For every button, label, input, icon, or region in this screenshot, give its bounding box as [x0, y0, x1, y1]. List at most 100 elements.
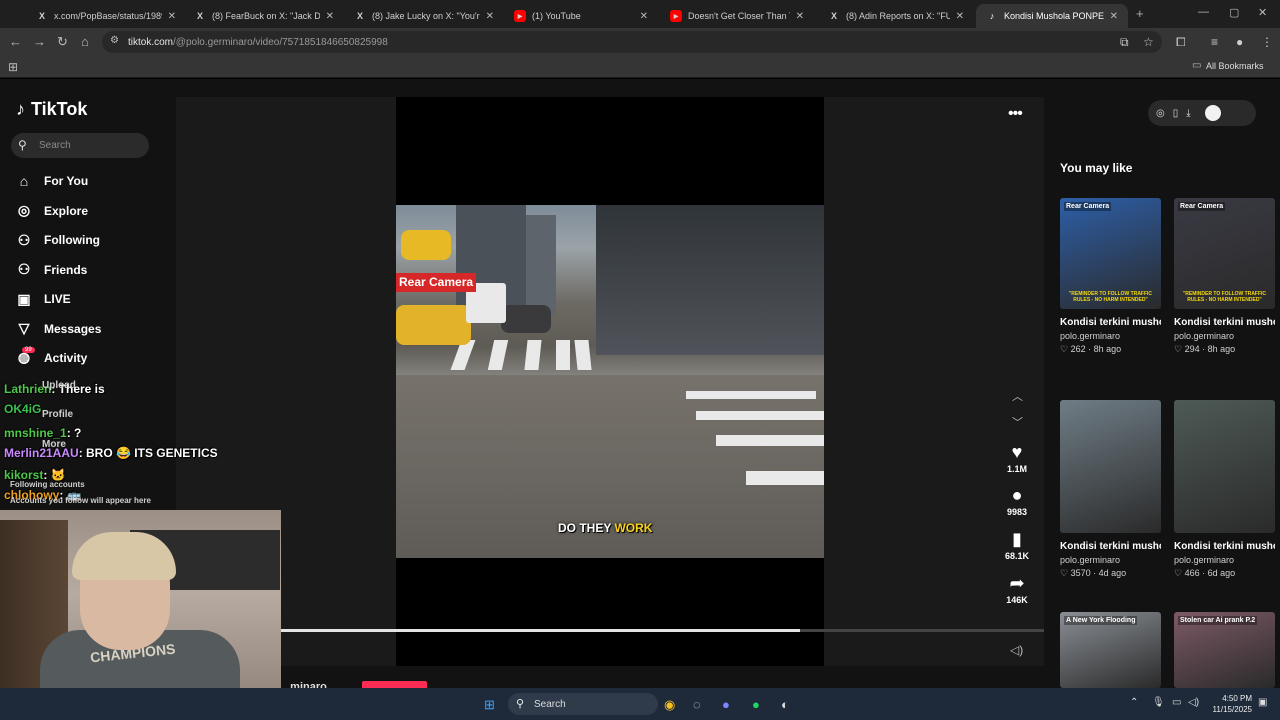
- video-thumbnail[interactable]: Stolen car Ai prank P.2: [1174, 612, 1275, 688]
- network-icon[interactable]: ▭: [1172, 697, 1181, 708]
- browser-tab[interactable]: X (8) Jake Lucky on X: "You're tell ✕: [344, 4, 504, 28]
- volume-icon[interactable]: ◁): [1010, 643, 1023, 657]
- new-tab-button[interactable]: +: [1136, 6, 1144, 21]
- comment-button[interactable]: ● 9983: [1000, 486, 1034, 517]
- minimize-button[interactable]: —: [1198, 6, 1209, 18]
- site-info-icon[interactable]: ⚙: [110, 35, 119, 46]
- separator: ·: [1199, 568, 1208, 578]
- more-options-icon[interactable]: •••: [1008, 105, 1023, 123]
- install-app-icon[interactable]: ⧉: [1120, 35, 1129, 50]
- nav-item-explore[interactable]: ◎ Explore: [16, 202, 88, 219]
- recommended-video-card[interactable]: Kondisi terkini mushola PONPES A...polo.…: [1174, 400, 1275, 579]
- overpass-building: [596, 205, 824, 355]
- chrome-icon[interactable]: ◉: [664, 697, 675, 713]
- tab-close-icon[interactable]: ✕: [486, 11, 494, 22]
- user-avatar[interactable]: [1204, 105, 1221, 121]
- address-bar[interactable]: ⚙ tiktok.com/@polo.germinaro/video/75718…: [102, 31, 1162, 53]
- nav-item-for-you[interactable]: ⌂ For You: [16, 173, 88, 189]
- recommended-video-card[interactable]: Kondisi terkini mushola PONPES A...polo.…: [1060, 400, 1161, 579]
- browser-tab[interactable]: X (8) Adin Reports on X: "FULL: A ✕: [818, 4, 974, 28]
- card-author[interactable]: polo.germinaro: [1174, 555, 1275, 565]
- browser-tab[interactable]: ♪ Kondisi Mushola PONPES AI Ko ✕: [976, 4, 1128, 28]
- tab-close-icon[interactable]: ✕: [326, 11, 334, 22]
- spotify-icon[interactable]: ●: [752, 697, 760, 712]
- recommended-video-card[interactable]: Stolen car Ai prank P.2: [1174, 612, 1275, 688]
- taskbar-search[interactable]: ⚲ Search: [508, 693, 658, 715]
- coin-icon[interactable]: ◎: [1156, 108, 1165, 119]
- recommended-video-card[interactable]: A New York Flooding: [1060, 612, 1161, 688]
- card-title[interactable]: Kondisi terkini mushola PONPES A...: [1060, 315, 1161, 330]
- video-thumbnail[interactable]: Rear Camera "REMINDER TO FOLLOW TRAFFIC R…: [1060, 198, 1161, 309]
- card-title[interactable]: Kondisi terkini mushola PONPES A...: [1174, 539, 1275, 554]
- like-button[interactable]: ♥ 1.1M: [1000, 443, 1034, 474]
- reload-icon[interactable]: ↻: [57, 34, 68, 50]
- card-author[interactable]: polo.germinaro: [1174, 331, 1275, 341]
- video-thumbnail[interactable]: [1060, 400, 1161, 533]
- browser-tab[interactable]: ▶ (1) YouTube ✕: [504, 4, 658, 28]
- device-icon[interactable]: ▯: [1173, 108, 1179, 119]
- nav-item-hidden[interactable]: Profile: [42, 409, 73, 420]
- download-icon[interactable]: ⤓: [1186, 108, 1190, 119]
- nav-item-messages[interactable]: ▽ Messages: [16, 320, 102, 337]
- tab-close-icon[interactable]: ✕: [1110, 11, 1118, 22]
- card-age: 8h ago: [1093, 344, 1122, 354]
- tab-close-icon[interactable]: ✕: [956, 11, 964, 22]
- apps-grid-icon[interactable]: ⊞: [8, 60, 18, 74]
- search-icon: ⚲: [18, 138, 27, 152]
- all-bookmarks-button[interactable]: All Bookmarks: [1206, 61, 1264, 71]
- card-title[interactable]: Kondisi terkini mushola PONPES A...: [1060, 539, 1161, 554]
- tiktok-logo[interactable]: ♪ TikTok: [16, 99, 87, 120]
- microphone-icon[interactable]: 🎙: [1152, 697, 1165, 708]
- nav-item-friends[interactable]: ⚇ Friends: [16, 261, 88, 278]
- next-video-chevron-icon[interactable]: ﹀: [1012, 414, 1023, 430]
- nav-item-following[interactable]: ⚇ Following: [16, 232, 100, 249]
- windows-start-icon[interactable]: ⊞: [484, 697, 495, 713]
- card-author[interactable]: polo.germinaro: [1060, 555, 1161, 565]
- app-icon[interactable]: ◌: [693, 697, 701, 712]
- home-button-icon[interactable]: ⌂: [81, 34, 89, 49]
- search-input[interactable]: ⚲ Search: [11, 133, 149, 158]
- tray-expand-icon[interactable]: ⌃: [1130, 697, 1138, 708]
- back-icon[interactable]: ←: [9, 34, 22, 49]
- tab-close-icon[interactable]: ✕: [796, 11, 804, 22]
- app-icon[interactable]: ◐: [781, 697, 789, 712]
- card-title[interactable]: Kondisi terkini mushola PONPES A...: [1174, 315, 1275, 330]
- video-thumbnail[interactable]: Rear Camera "REMINDER TO FOLLOW TRAFFIC R…: [1174, 198, 1275, 309]
- recommended-video-card[interactable]: Rear Camera "REMINDER TO FOLLOW TRAFFIC R…: [1174, 198, 1275, 355]
- yellow-taxi: [401, 230, 451, 260]
- discord-icon[interactable]: ●: [722, 697, 730, 712]
- browser-tab[interactable]: Xx.com/PopBase/status/198904... ✕: [26, 4, 186, 28]
- speaker-icon[interactable]: ◁): [1188, 697, 1199, 708]
- tab-close-icon[interactable]: ✕: [168, 11, 176, 22]
- save-button[interactable]: ▮ 68.1K: [1000, 530, 1034, 561]
- nav-item-hidden[interactable]: Following accounts: [10, 480, 85, 489]
- card-author[interactable]: polo.germinaro: [1060, 331, 1161, 341]
- video-thumbnail[interactable]: A New York Flooding: [1060, 612, 1161, 688]
- nav-item-hidden[interactable]: Upload: [42, 380, 76, 391]
- nav-item-live[interactable]: ▣ LIVE: [16, 291, 70, 308]
- card-likes: 262: [1070, 344, 1086, 354]
- heart-outline-icon: ♡: [1060, 344, 1071, 354]
- media-controls-icon[interactable]: ≡: [1211, 35, 1218, 49]
- compass-icon: ◎: [17, 202, 31, 219]
- close-window-button[interactable]: ✕: [1258, 6, 1267, 19]
- tiktok-icon: ♪: [989, 11, 995, 21]
- video-player[interactable]: Rear Camera DO THEY WORK: [396, 205, 824, 558]
- tab-close-icon[interactable]: ✕: [640, 11, 648, 22]
- browser-tab[interactable]: X (8) FearBuck on X: "Jack Doherty ✕: [184, 4, 344, 28]
- bookmark-star-icon[interactable]: ☆: [1143, 35, 1154, 49]
- browser-menu-icon[interactable]: ⋮: [1261, 35, 1273, 49]
- browser-tab[interactable]: ▶ Doesn't Get Closer Than This - ✕: [660, 4, 814, 28]
- taskbar-clock[interactable]: 4:50 PM 11/15/2025: [1206, 693, 1252, 715]
- previous-video-chevron-icon[interactable]: ︿: [1012, 388, 1023, 404]
- nav-item-hidden[interactable]: Accounts you follow will appear here: [10, 496, 151, 505]
- video-thumbnail[interactable]: [1174, 400, 1275, 533]
- notification-icon[interactable]: ▣: [1258, 697, 1267, 708]
- extensions-icon[interactable]: ⧠: [1176, 35, 1186, 50]
- forward-icon[interactable]: →: [33, 34, 46, 49]
- recommended-video-card[interactable]: Rear Camera "REMINDER TO FOLLOW TRAFFIC R…: [1060, 198, 1161, 355]
- nav-item-hidden[interactable]: More: [42, 439, 66, 450]
- share-button[interactable]: ➦ 146K: [1000, 574, 1034, 605]
- profile-avatar-icon[interactable]: ●: [1236, 35, 1243, 49]
- maximize-button[interactable]: ▢: [1229, 6, 1239, 19]
